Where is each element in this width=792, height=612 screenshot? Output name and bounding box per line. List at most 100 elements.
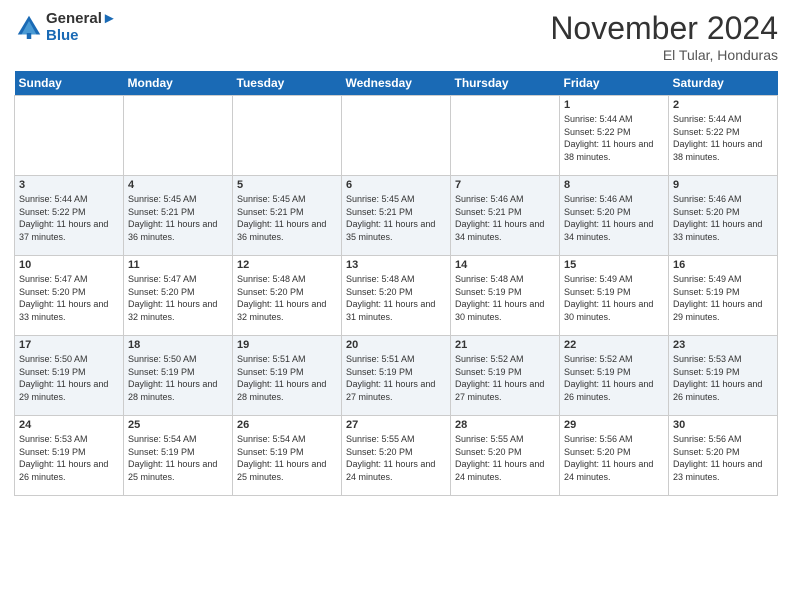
table-row: 14 Sunrise: 5:48 AM Sunset: 5:19 PM Dayli… xyxy=(451,256,560,336)
day-number: 8 xyxy=(564,179,664,191)
table-row: 13Sunrise: 5:48 AM Sunset: 5:20 PM Dayli… xyxy=(342,256,451,336)
day-number: 11 xyxy=(128,259,228,271)
table-row: 22Sunrise: 5:52 AM Sunset: 5:19 PM Dayli… xyxy=(560,336,669,416)
day-info: Sunrise: 5:53 AM Sunset: 5:19 PM Dayligh… xyxy=(19,433,119,483)
col-thursday: Thursday xyxy=(451,71,560,96)
day-info: Sunrise: 5:49 AM Sunset: 5:19 PM Dayligh… xyxy=(673,273,773,323)
day-number: 18 xyxy=(128,339,228,351)
day-info: Sunrise: 5:47 AM Sunset: 5:20 PM Dayligh… xyxy=(128,273,228,323)
day-info: Sunrise: 5:52 AM Sunset: 5:19 PM Dayligh… xyxy=(455,353,555,403)
day-number: 12 xyxy=(237,259,337,271)
table-row: 1 Sunrise: 5:44 AM Sunset: 5:22 PM Daylig… xyxy=(560,96,669,176)
table-row: 21 Sunrise: 5:52 AM Sunset: 5:19 PM Dayli… xyxy=(451,336,560,416)
day-info: Sunrise: 5:51 AM Sunset: 5:19 PM Dayligh… xyxy=(237,353,337,403)
day-number: 3 xyxy=(19,179,119,191)
day-info: Sunrise: 5:46 AM Sunset: 5:21 PM Dayligh… xyxy=(455,193,555,243)
day-number: 15 xyxy=(564,259,664,271)
day-number: 20 xyxy=(346,339,446,351)
day-number: 21 xyxy=(455,339,555,351)
table-row: 5 Sunrise: 5:45 AM Sunset: 5:21 PM Daylig… xyxy=(233,176,342,256)
calendar-body: 1 Sunrise: 5:44 AM Sunset: 5:22 PM Daylig… xyxy=(15,96,778,496)
day-number: 10 xyxy=(19,259,119,271)
table-row: 10 Sunrise: 5:47 AM Sunset: 5:20 PM Dayli… xyxy=(15,256,124,336)
day-number: 25 xyxy=(128,419,228,431)
day-number: 1 xyxy=(564,99,664,111)
table-row xyxy=(342,96,451,176)
calendar-header: Sunday Monday Tuesday Wednesday Thursday… xyxy=(15,71,778,96)
table-row: 24 Sunrise: 5:53 AM Sunset: 5:19 PM Dayli… xyxy=(15,416,124,496)
table-row: 29 Sunrise: 5:56 AM Sunset: 5:20 PM Dayli… xyxy=(560,416,669,496)
day-info: Sunrise: 5:54 AM Sunset: 5:19 PM Dayligh… xyxy=(237,433,337,483)
day-info: Sunrise: 5:50 AM Sunset: 5:19 PM Dayligh… xyxy=(19,353,119,403)
table-row: 30Sunrise: 5:56 AM Sunset: 5:20 PM Dayli… xyxy=(669,416,778,496)
logo-icon xyxy=(14,12,44,42)
day-number: 26 xyxy=(237,419,337,431)
day-info: Sunrise: 5:47 AM Sunset: 5:20 PM Dayligh… xyxy=(19,273,119,323)
day-info: Sunrise: 5:53 AM Sunset: 5:19 PM Dayligh… xyxy=(673,353,773,403)
table-row: 11 Sunrise: 5:47 AM Sunset: 5:20 PM Dayli… xyxy=(124,256,233,336)
col-tuesday: Tuesday xyxy=(233,71,342,96)
day-number: 4 xyxy=(128,179,228,191)
table-row: 27 Sunrise: 5:55 AM Sunset: 5:20 PM Dayli… xyxy=(342,416,451,496)
location-subtitle: El Tular, Honduras xyxy=(550,47,778,63)
day-info: Sunrise: 5:44 AM Sunset: 5:22 PM Dayligh… xyxy=(564,113,664,163)
calendar-table: Sunday Monday Tuesday Wednesday Thursday… xyxy=(14,71,778,496)
day-number: 28 xyxy=(455,419,555,431)
day-info: Sunrise: 5:45 AM Sunset: 5:21 PM Dayligh… xyxy=(237,193,337,243)
table-row: 16 Sunrise: 5:49 AM Sunset: 5:19 PM Dayli… xyxy=(669,256,778,336)
day-info: Sunrise: 5:48 AM Sunset: 5:20 PM Dayligh… xyxy=(237,273,337,323)
logo-text: General► Blue xyxy=(46,10,117,44)
table-row: 15 Sunrise: 5:49 AM Sunset: 5:19 PM Dayli… xyxy=(560,256,669,336)
table-row: 17 Sunrise: 5:50 AM Sunset: 5:19 PM Dayli… xyxy=(15,336,124,416)
table-row: 28Sunrise: 5:55 AM Sunset: 5:20 PM Dayli… xyxy=(451,416,560,496)
day-info: Sunrise: 5:48 AM Sunset: 5:19 PM Dayligh… xyxy=(455,273,555,323)
table-row: 12 Sunrise: 5:48 AM Sunset: 5:20 PM Dayli… xyxy=(233,256,342,336)
day-number: 6 xyxy=(346,179,446,191)
table-row xyxy=(124,96,233,176)
table-row: 4 Sunrise: 5:45 AM Sunset: 5:21 PM Daylig… xyxy=(124,176,233,256)
day-number: 23 xyxy=(673,339,773,351)
month-title: November 2024 xyxy=(550,10,778,47)
col-sunday: Sunday xyxy=(15,71,124,96)
logo: General► Blue xyxy=(14,10,117,44)
table-row xyxy=(451,96,560,176)
day-number: 17 xyxy=(19,339,119,351)
table-row: 2 Sunrise: 5:44 AM Sunset: 5:22 PM Daylig… xyxy=(669,96,778,176)
day-info: Sunrise: 5:55 AM Sunset: 5:20 PM Dayligh… xyxy=(346,433,446,483)
day-info: Sunrise: 5:45 AM Sunset: 5:21 PM Dayligh… xyxy=(128,193,228,243)
col-friday: Friday xyxy=(560,71,669,96)
table-row: 8Sunrise: 5:46 AM Sunset: 5:20 PM Daylig… xyxy=(560,176,669,256)
table-row: 3Sunrise: 5:44 AM Sunset: 5:22 PM Daylig… xyxy=(15,176,124,256)
day-info: Sunrise: 5:49 AM Sunset: 5:19 PM Dayligh… xyxy=(564,273,664,323)
col-monday: Monday xyxy=(124,71,233,96)
title-section: November 2024 El Tular, Honduras xyxy=(550,10,778,63)
day-info: Sunrise: 5:44 AM Sunset: 5:22 PM Dayligh… xyxy=(673,113,773,163)
day-number: 24 xyxy=(19,419,119,431)
day-info: Sunrise: 5:56 AM Sunset: 5:20 PM Dayligh… xyxy=(564,433,664,483)
day-number: 14 xyxy=(455,259,555,271)
day-info: Sunrise: 5:46 AM Sunset: 5:20 PM Dayligh… xyxy=(673,193,773,243)
day-info: Sunrise: 5:45 AM Sunset: 5:21 PM Dayligh… xyxy=(346,193,446,243)
day-number: 29 xyxy=(564,419,664,431)
day-number: 30 xyxy=(673,419,773,431)
day-number: 16 xyxy=(673,259,773,271)
table-row: 9Sunrise: 5:46 AM Sunset: 5:20 PM Daylig… xyxy=(669,176,778,256)
day-number: 7 xyxy=(455,179,555,191)
day-number: 19 xyxy=(237,339,337,351)
day-number: 5 xyxy=(237,179,337,191)
day-info: Sunrise: 5:48 AM Sunset: 5:20 PM Dayligh… xyxy=(346,273,446,323)
header: General► Blue November 2024 El Tular, Ho… xyxy=(14,10,778,63)
col-wednesday: Wednesday xyxy=(342,71,451,96)
day-number: 2 xyxy=(673,99,773,111)
day-number: 27 xyxy=(346,419,446,431)
day-info: Sunrise: 5:52 AM Sunset: 5:19 PM Dayligh… xyxy=(564,353,664,403)
table-row: 23 Sunrise: 5:53 AM Sunset: 5:19 PM Dayli… xyxy=(669,336,778,416)
table-row: 7 Sunrise: 5:46 AM Sunset: 5:21 PM Daylig… xyxy=(451,176,560,256)
day-info: Sunrise: 5:51 AM Sunset: 5:19 PM Dayligh… xyxy=(346,353,446,403)
table-row: 26 Sunrise: 5:54 AM Sunset: 5:19 PM Dayli… xyxy=(233,416,342,496)
table-row: 6 Sunrise: 5:45 AM Sunset: 5:21 PM Daylig… xyxy=(342,176,451,256)
table-row xyxy=(233,96,342,176)
table-row: 18 Sunrise: 5:50 AM Sunset: 5:19 PM Dayli… xyxy=(124,336,233,416)
table-row: 25Sunrise: 5:54 AM Sunset: 5:19 PM Dayli… xyxy=(124,416,233,496)
day-info: Sunrise: 5:50 AM Sunset: 5:19 PM Dayligh… xyxy=(128,353,228,403)
